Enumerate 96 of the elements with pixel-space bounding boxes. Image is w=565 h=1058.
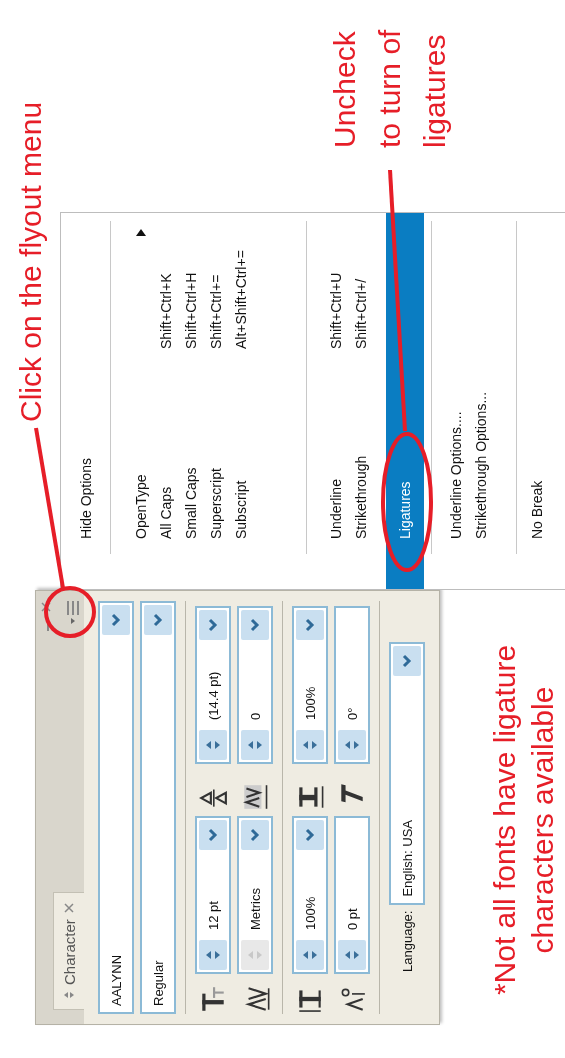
menu-item[interactable]: Strikethrough Shift+Ctrl+/ (348, 213, 373, 589)
chevron-icon (305, 828, 315, 842)
menu-icon[interactable] (66, 600, 80, 624)
up-down-arrows-icon (205, 740, 221, 750)
field-value: English: USA (399, 818, 415, 899)
chevron-icon (208, 618, 218, 632)
tracking-icon (240, 782, 270, 812)
dropdown-button[interactable] (241, 820, 269, 850)
font-style-field[interactable]: Regular (140, 601, 176, 1014)
number-field[interactable]: 0 (237, 606, 273, 764)
field-value: (14.4 pt) (205, 670, 221, 722)
shortcut-text: Shift+Ctrl+/ (352, 277, 369, 349)
menu-item[interactable]: Strikethrough Options... (468, 213, 493, 589)
footnote-text: *Not all fonts have ligature characters available (487, 643, 560, 998)
language-label: Language: (399, 910, 415, 972)
up-down-arrows-icon (344, 950, 360, 960)
dropdown-button[interactable] (393, 645, 421, 676)
menu-item-label: Ligatures (397, 480, 413, 539)
spinner-button[interactable] (241, 730, 269, 760)
menu-item-label: Superscript (207, 467, 224, 539)
menu-item-label: All Caps (157, 485, 174, 539)
shortcut-text: Shift+Ctrl+U (327, 271, 344, 349)
up-down-arrows-icon (302, 740, 318, 750)
menu-item-label: Strikethrough (352, 454, 369, 539)
field-value: 0° (344, 706, 360, 722)
menu-item[interactable]: All Caps Shift+Ctrl+K (153, 213, 178, 589)
number-field[interactable]: 100% (292, 816, 328, 974)
field-value: 12 pt (205, 900, 221, 932)
field-value: 100% (302, 685, 318, 722)
menu-item[interactable]: Underline Shift+Ctrl+U (323, 213, 348, 589)
number-field[interactable]: (14.4 pt) (195, 606, 231, 764)
chevron-icon (153, 613, 163, 627)
number-field[interactable]: 0 pt (334, 816, 370, 974)
field-value: 0 (247, 711, 263, 722)
menu-item[interactable]: Subscript Alt+Shift+Ctrl+= (228, 213, 253, 589)
field-value: 100% (302, 895, 318, 932)
dropdown-button[interactable] (199, 820, 227, 850)
spinner-button[interactable] (338, 940, 366, 970)
dropdown-button[interactable] (144, 605, 172, 635)
field-value: AALYNN (108, 953, 124, 1008)
chevron-icon (208, 828, 218, 842)
menu-item[interactable]: Superscript Shift+Ctrl+= (203, 213, 228, 589)
shortcut-text: Alt+Shift+Ctrl+= (232, 249, 249, 349)
menu-item[interactable]: Small Caps Shift+Ctrl+H (178, 213, 203, 589)
up-down-arrows-icon (247, 740, 263, 750)
highlight-circle (44, 586, 96, 638)
menu-item-label: Small Caps (182, 466, 199, 539)
spinner-button[interactable] (199, 730, 227, 760)
spinner-button[interactable] (338, 730, 366, 760)
number-field[interactable]: 0° (334, 606, 370, 764)
chevron-icon (402, 653, 412, 668)
chevron-icon (250, 828, 260, 842)
up-down-arrows-icon (344, 740, 360, 750)
chevron-icon (250, 618, 260, 632)
menu-item[interactable]: Hide Options (73, 213, 98, 589)
menu-item-label: OpenType (132, 473, 149, 539)
dropdown-button[interactable] (241, 610, 269, 640)
close-icon[interactable] (64, 903, 74, 914)
menu-item-label: Subscript (232, 479, 249, 539)
chevron-icon (111, 613, 121, 627)
number-field[interactable]: 100% (292, 606, 328, 764)
spinner-button[interactable] (296, 940, 324, 970)
menu-item[interactable]: Underline Options.... (443, 213, 468, 589)
language-field[interactable]: English: USA (389, 641, 425, 905)
callout-text: Uncheck to turn of ligatures (327, 29, 452, 148)
shortcut-text: Shift+Ctrl+K (157, 272, 174, 349)
dropdown-button[interactable] (296, 610, 324, 640)
callout-text: Click on the flyout menu (13, 101, 48, 422)
up-down-arrows-icon (205, 950, 221, 960)
field-value: Regular (150, 959, 166, 1008)
field-value: 0 pt (344, 907, 360, 932)
close-icon[interactable] (41, 602, 51, 612)
dropdown-button[interactable] (296, 820, 324, 850)
field-value: Metrics (247, 887, 263, 932)
up-down-arrows-icon (302, 950, 318, 960)
panel-tab[interactable]: Character (53, 892, 84, 1010)
shortcut-text: Shift+Ctrl+= (207, 273, 224, 349)
up-down-arrows-icon (247, 950, 263, 960)
spinner-button[interactable] (199, 940, 227, 970)
menu-item[interactable]: OpenType (128, 213, 153, 589)
number-field[interactable]: 12 pt (195, 816, 231, 974)
spinner-button[interactable] (296, 730, 324, 760)
menu-item[interactable]: No Break (524, 213, 549, 589)
shortcut-text: Shift+Ctrl+H (182, 271, 199, 349)
number-field[interactable]: Metrics (237, 816, 273, 974)
expand-arrows-icon (63, 991, 75, 999)
menu-item-label: Hide Options (77, 457, 94, 539)
menu-item-label: Underline (327, 478, 344, 539)
dropdown-button[interactable] (199, 610, 227, 640)
menu-item[interactable]: Ligatures (386, 213, 424, 589)
chevron-icon (305, 618, 315, 632)
dropdown-button[interactable] (102, 605, 130, 635)
menu-item-label: Strikethrough Options... (472, 390, 489, 539)
menu-item-label: No Break (528, 479, 545, 539)
menu-item-label: Underline Options.... (447, 410, 464, 539)
font-family-field[interactable]: AALYNN (98, 601, 134, 1014)
